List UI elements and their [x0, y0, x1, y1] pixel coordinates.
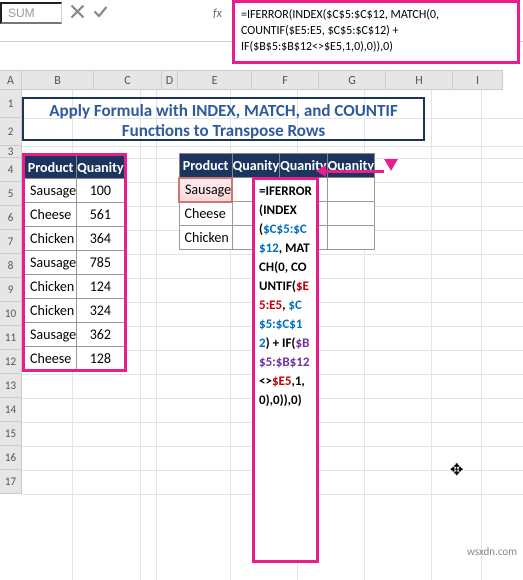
arrow-annotation	[324, 170, 384, 173]
col-header[interactable]: F	[252, 71, 319, 89]
name-box[interactable]	[0, 2, 62, 24]
cell[interactable]: Sausage	[24, 251, 77, 275]
cell[interactable]: 362	[77, 323, 125, 347]
col-header[interactable]: I	[453, 71, 503, 89]
cell[interactable]: Cheese	[24, 347, 77, 371]
fx-icon[interactable]: fx	[213, 6, 222, 22]
col-header[interactable]: C	[94, 71, 162, 89]
th-quantity: Quanity	[77, 155, 125, 179]
cell[interactable]: Chicken	[24, 227, 77, 251]
row-header[interactable]: 11	[0, 326, 22, 350]
column-headers: A B C D E F G H I	[0, 70, 503, 90]
page-title: Apply Formula with INDEX, MATCH, and COU…	[22, 97, 425, 141]
cancel-icon[interactable]	[70, 4, 85, 19]
cell[interactable]: 128	[77, 347, 125, 371]
col-header[interactable]: D	[162, 71, 178, 89]
source-table: ProductQuanity Sausage100Cheese561Chicke…	[22, 153, 127, 372]
cell[interactable]: Cheese	[24, 203, 77, 227]
row-header[interactable]: 8	[0, 254, 22, 278]
cursor-icon: ✥	[450, 460, 463, 480]
col-header[interactable]: B	[22, 71, 94, 89]
cell[interactable]: Chicken	[24, 299, 77, 323]
formula-bar[interactable]: fx =IFERROR(INDEX($C$5:$C$12, MATCH(0, C…	[232, 0, 520, 64]
cell[interactable]	[327, 202, 374, 226]
cell[interactable]: 785	[77, 251, 125, 275]
row-header[interactable]: 4	[0, 158, 22, 182]
row-headers: 1234567891011121314151617	[0, 90, 22, 494]
formula-text: =IFERROR(INDEX($C$5:$C$12, MATCH(0, COUN…	[241, 8, 439, 54]
th-product: Product	[24, 155, 77, 179]
row-header[interactable]: 1	[0, 90, 22, 118]
row-header[interactable]: 17	[0, 470, 22, 494]
cell[interactable]: 100	[77, 179, 125, 203]
row-header[interactable]: 9	[0, 278, 22, 302]
enter-icon[interactable]	[93, 4, 108, 19]
row-header[interactable]: 12	[0, 350, 22, 374]
col-header[interactable]: G	[319, 71, 386, 89]
row-header[interactable]: 7	[0, 230, 22, 254]
cell[interactable]: Chicken	[179, 226, 232, 250]
col-header[interactable]: E	[178, 71, 252, 89]
row-header[interactable]: 6	[0, 206, 22, 230]
th: Quanity	[327, 154, 374, 178]
cell[interactable]	[327, 178, 374, 202]
row-header[interactable]: 2	[0, 118, 22, 146]
spreadsheet-grid: A B C D E F G H I 1234567891011121314151…	[0, 70, 503, 90]
col-header[interactable]: A	[0, 71, 22, 89]
row-header[interactable]: 5	[0, 182, 22, 206]
cell[interactable]: Sausage	[24, 323, 77, 347]
row-header[interactable]: 10	[0, 302, 22, 326]
th: Quanity	[232, 154, 279, 178]
cell[interactable]: Chicken	[24, 275, 77, 299]
cell[interactable]: Sausage	[179, 178, 232, 202]
watermark: wsxdn.com	[467, 545, 517, 558]
cell[interactable]: 561	[77, 203, 125, 227]
row-header[interactable]: 15	[0, 422, 22, 446]
cell[interactable]: 364	[77, 227, 125, 251]
col-header[interactable]: H	[386, 71, 453, 89]
row-header[interactable]: 14	[0, 398, 22, 422]
cell[interactable]: Cheese	[179, 202, 232, 226]
row-header[interactable]: 13	[0, 374, 22, 398]
cell[interactable]	[327, 226, 374, 250]
row-header[interactable]: 16	[0, 446, 22, 470]
cell[interactable]: Sausage	[24, 179, 77, 203]
formula-overlay[interactable]: =IFERROR(INDEX($C$5:$C$12, MATCH(0, COUN…	[252, 177, 319, 563]
cell[interactable]: 324	[77, 299, 125, 323]
row-header[interactable]: 3	[0, 146, 22, 158]
cell[interactable]: 124	[77, 275, 125, 299]
th: Product	[179, 154, 232, 178]
